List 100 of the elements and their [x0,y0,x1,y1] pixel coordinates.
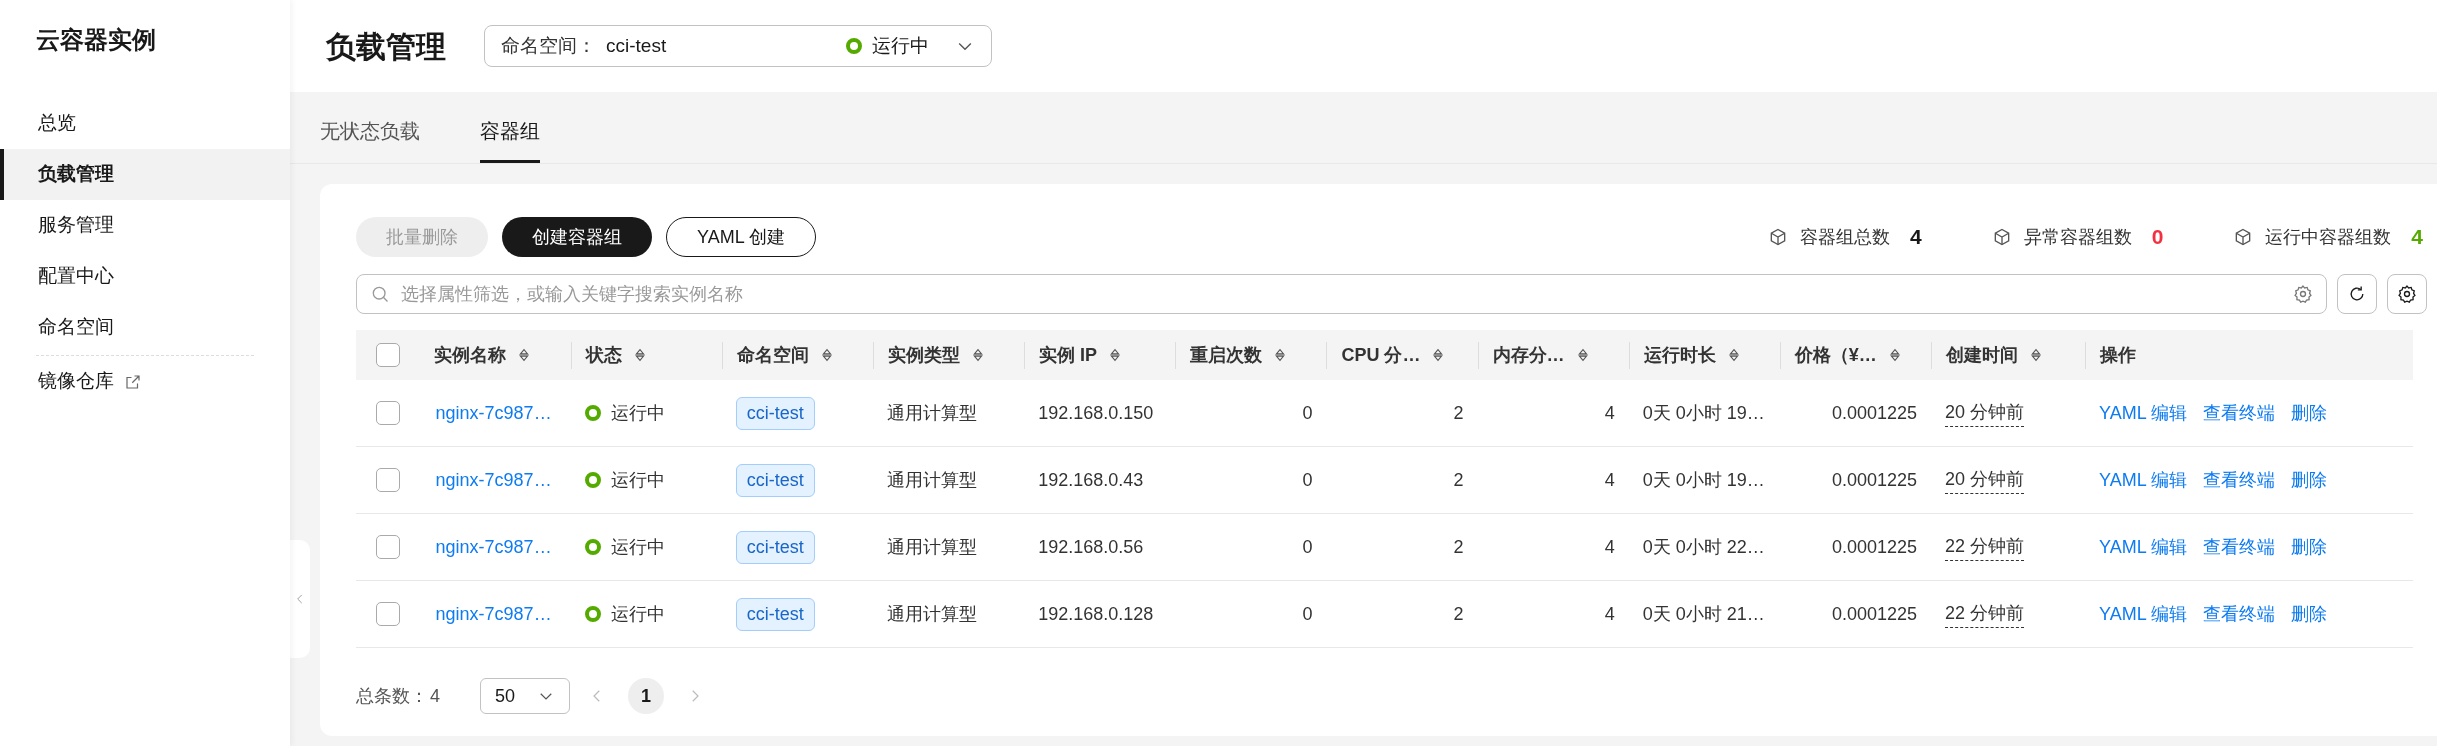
status-text: 运行中 [610,535,665,559]
column-header[interactable]: 内存分… [1492,341,1565,369]
settings-icon [2397,284,2417,304]
created-time: 20 分钟前 [1944,466,2024,494]
checkbox[interactable] [375,343,400,367]
column-header[interactable]: 命名空间 [736,341,809,369]
running-status-icon [846,38,862,54]
sidebar-item[interactable]: 配置中心 [0,251,290,302]
table-cell-text: 4 [1604,401,1615,425]
namespace-tag: cci-test [735,396,815,430]
running-status-icon [584,606,601,622]
instance-link[interactable]: nginx-7c987… [433,600,552,628]
stat-value: 0 [2151,224,2164,251]
status-text: 运行中 [610,602,665,626]
table-cell-text: 0天 0小时 21… [1642,602,1765,626]
checkbox[interactable] [375,602,400,626]
sidebar-item[interactable]: 命名空间 [0,302,290,353]
checkbox[interactable] [375,535,400,559]
action-link[interactable]: YAML 编辑 [2099,466,2188,494]
stat-label: 容器组总数 [1799,225,1890,249]
search-field[interactable]: 选择属性筛选，或输入关键字搜索实例名称 [356,274,2327,314]
action-link[interactable]: 删除 [2291,466,2328,494]
status-text: 运行中 [610,468,665,492]
collapse-handle[interactable] [290,540,310,658]
table-cell-text: 0.0001225 [1831,401,1917,425]
column-header[interactable]: 实例名称 [433,341,506,369]
table-cell-text: 2 [1453,468,1464,492]
namespace-select[interactable]: 命名空间： cci-test 运行中 [484,25,992,67]
running-status-icon [584,539,601,555]
table-cell-text: 0天 0小时 22… [1642,535,1765,559]
action-link[interactable]: 删除 [2291,600,2328,628]
table-cell-text: 通用计算型 [887,535,977,559]
table-cell-text: 0 [1302,602,1313,626]
table-cell-text: 192.168.0.150 [1038,401,1154,425]
page-button[interactable]: 1 [628,678,664,714]
total-count: 4 [430,684,440,708]
column-header[interactable]: CPU 分… [1341,341,1421,369]
checkbox[interactable] [375,401,400,425]
stat-label: 异常容器组数 [2023,225,2132,249]
table-cell-text: 0 [1302,535,1313,559]
stat-label: 运行中容器组数 [2265,225,2392,249]
action-link[interactable]: 查看终端 [2203,399,2276,427]
create-button[interactable]: 创建容器组 [502,217,652,257]
table-cell-text: 通用计算型 [887,468,977,492]
sidebar-item[interactable]: 负载管理 [0,149,290,200]
checkbox[interactable] [375,468,400,492]
tab[interactable]: 容器组 [480,116,540,163]
table-cell-text: 192.168.0.56 [1038,535,1144,559]
external-link-icon [124,372,142,391]
column-header[interactable]: 实例类型 [887,341,960,369]
page-title: 负载管理 [326,28,446,65]
namespace-value: cci-test [606,33,668,58]
stat-value: 4 [2411,224,2423,251]
table-cell-text: 2 [1453,401,1464,425]
table-cell-text: 4 [1604,535,1615,559]
column-header[interactable]: 实例 IP [1039,341,1098,369]
action-link[interactable]: YAML 编辑 [2099,533,2188,561]
action-link[interactable]: 查看终端 [2203,600,2276,628]
action-link[interactable]: YAML 编辑 [2099,399,2188,427]
namespace-label: 命名空间： [501,33,596,58]
sidebar-item-label: 镜像仓库 [38,369,114,394]
refresh-button[interactable] [2337,274,2377,314]
settings-icon [2293,284,2313,304]
namespace-tag: cci-test [735,597,815,631]
sidebar-link[interactable]: 镜像仓库 [0,356,290,407]
yaml-create-button[interactable]: YAML 创建 [666,217,816,257]
column-header[interactable]: 状态 [585,341,622,369]
action-link[interactable]: 查看终端 [2203,533,2276,561]
table-cell-text: 192.168.0.128 [1038,602,1154,626]
running-status-icon [584,472,601,488]
search-icon [370,284,390,304]
table-cell-text: 2 [1453,535,1464,559]
status-text: 运行中 [872,33,929,58]
column-header[interactable]: 重启次数 [1190,341,1263,369]
instance-link[interactable]: nginx-7c987… [433,466,552,494]
column-header: 操作 [2100,343,2137,367]
column-header[interactable]: 创建时间 [1945,341,2018,369]
table-cell-text: 通用计算型 [887,401,977,425]
namespace-tag: cci-test [735,463,815,497]
tab[interactable]: 无状态负载 [320,116,420,163]
instance-link[interactable]: nginx-7c987… [433,399,552,427]
table-cell-text: 0.0001225 [1831,535,1917,559]
table-cell-text: 通用计算型 [887,602,977,626]
sidebar-item[interactable]: 服务管理 [0,200,290,251]
column-header[interactable]: 价格（¥… [1794,341,1877,369]
table-cell-text: 4 [1604,468,1615,492]
total-label: 总条数： [356,684,428,708]
action-link[interactable]: 删除 [2291,399,2328,427]
namespace-tag: cci-test [735,530,815,564]
column-header[interactable]: 运行时长 [1643,341,1716,369]
table-cell-text: 192.168.0.43 [1038,468,1144,492]
action-link[interactable]: 删除 [2291,533,2328,561]
running-status-icon [584,405,601,421]
page-size-select[interactable]: 50 [480,678,570,714]
sidebar-item[interactable]: 总览 [0,98,290,149]
instance-link[interactable]: nginx-7c987… [433,533,552,561]
action-link[interactable]: 查看终端 [2203,466,2276,494]
action-link[interactable]: YAML 编辑 [2099,600,2188,628]
table-cell-text: 0 [1302,401,1313,425]
settings-button[interactable] [2387,274,2427,314]
